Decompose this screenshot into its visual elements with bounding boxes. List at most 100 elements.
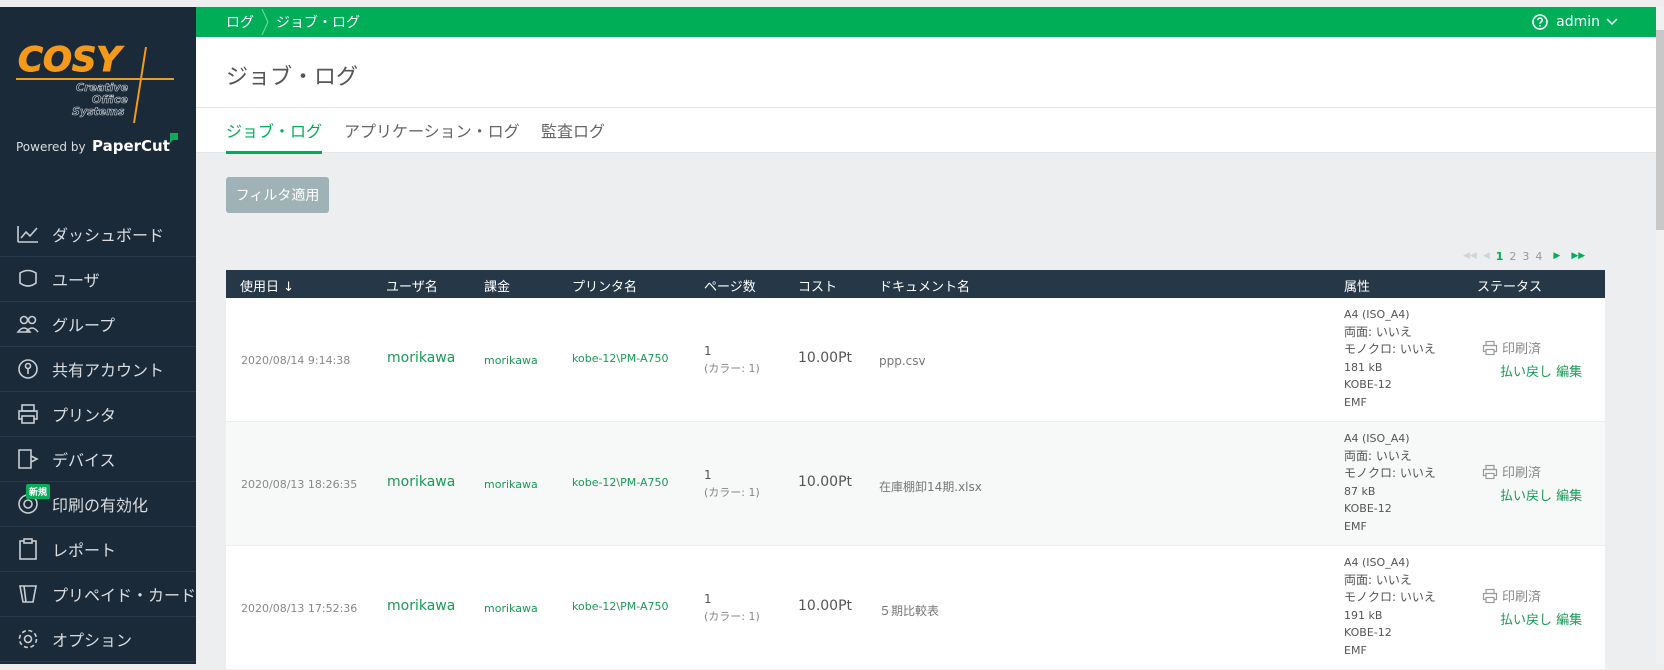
attribute-line: KOBE-12	[1344, 626, 1392, 639]
attribute-line: モノクロ: いいえ	[1344, 342, 1436, 356]
cosy-papercut-logo: COSY Creative Office Systems Powered by …	[14, 39, 184, 171]
sidebar-item-options-gear[interactable]: オプション	[0, 617, 196, 662]
printer-name-link[interactable]: kobe-12\PM-A750	[572, 352, 669, 365]
page-count: 1 (カラー: 1)	[704, 466, 760, 502]
sidebar-item-print-release[interactable]: 新規 印刷の有効化	[0, 482, 196, 527]
tab-audit-log[interactable]: 監査ログ	[541, 118, 605, 151]
col-cost-header[interactable]: コスト	[798, 276, 837, 295]
first-page-icon[interactable]: ◀◀	[1463, 251, 1477, 261]
breadcrumb-current: ジョブ・ログ	[276, 15, 360, 31]
prev-page-icon[interactable]: ◀	[1483, 251, 1490, 261]
sidebar-item-label: グループ	[52, 316, 116, 335]
group-icon	[14, 310, 42, 338]
page-color-count: (カラー: 1)	[704, 486, 760, 499]
cost-value: 10.00Pt	[798, 474, 853, 490]
user-name-link[interactable]: morikawa	[387, 474, 455, 490]
chevron-down-icon[interactable]	[1606, 17, 1618, 27]
col-status-header[interactable]: ステータス	[1477, 276, 1542, 295]
next-page-icon[interactable]: ▶	[1553, 251, 1560, 261]
col-printer-header[interactable]: プリンタ名	[572, 276, 637, 295]
sidebar-item-label: プリペイド・カード	[51, 586, 196, 605]
sidebar-item-user[interactable]: ユーザ	[0, 257, 196, 302]
user-name-link[interactable]: morikawa	[387, 598, 455, 614]
tab-application-log[interactable]: アプリケーション・ログ	[344, 118, 520, 151]
sidebar: COSY Creative Office Systems Powered by …	[0, 7, 196, 664]
col-account-header[interactable]: 課金	[484, 276, 510, 295]
account-link[interactable]: morikawa	[484, 478, 538, 491]
sidebar-item-shared-account[interactable]: 共有アカウント	[0, 347, 196, 392]
account-link[interactable]: morikawa	[484, 354, 538, 367]
page-link-2[interactable]: 2	[1509, 250, 1516, 263]
sidebar-item-device[interactable]: デバイス	[0, 437, 196, 482]
attribute-line: 両面: いいえ	[1344, 448, 1412, 463]
attribute-line: EMF	[1344, 519, 1367, 533]
attribute-line: KOBE-12	[1344, 378, 1392, 391]
attribute-line: 87 kB	[1344, 484, 1376, 498]
sidebar-item-printer[interactable]: プリンタ	[0, 392, 196, 437]
edit-link[interactable]: 編集	[1556, 365, 1582, 380]
breadcrumb-log-link[interactable]: ログ	[226, 12, 254, 32]
user-menu[interactable]: admin	[1532, 7, 1618, 37]
page-link-1[interactable]: 1	[1496, 250, 1504, 263]
col-attributes-header: 属性	[1344, 280, 1371, 295]
sidebar-item-report[interactable]: レポート	[0, 527, 196, 572]
refund-link[interactable]: 払い戻し	[1500, 489, 1552, 504]
page-color-count: (カラー: 1)	[704, 362, 760, 375]
sidebar-item-dashboard[interactable]: ダッシュボード	[0, 212, 196, 257]
document-name: ５期比較表	[879, 604, 940, 618]
sort-arrow-icon: ↓	[283, 280, 295, 295]
edit-link[interactable]: 編集	[1556, 489, 1582, 504]
printer-name-link[interactable]: kobe-12\PM-A750	[572, 476, 669, 489]
user-name[interactable]: admin	[1556, 14, 1600, 30]
sidebar-item-prepaid-card[interactable]: プリペイド・カード	[0, 572, 196, 617]
printer-icon	[14, 400, 42, 428]
status-label: 印刷済	[1502, 590, 1542, 605]
printed-status-icon	[1482, 588, 1498, 603]
attribute-line: KOBE-12	[1344, 502, 1392, 515]
sidebar-item-label: デバイス	[52, 451, 116, 470]
user-icon	[14, 265, 42, 293]
sidebar-item-label: 印刷の有効化	[52, 496, 149, 515]
account-link[interactable]: morikawa	[484, 602, 538, 615]
last-page-icon[interactable]: ▶▶	[1571, 251, 1585, 261]
svg-text:COSY: COSY	[18, 40, 124, 80]
new-badge: 新規	[26, 484, 51, 499]
sidebar-item-group[interactable]: グループ	[0, 302, 196, 347]
edit-link[interactable]: 編集	[1556, 613, 1582, 628]
help-icon[interactable]	[1532, 14, 1548, 30]
attribute-line: 181 kB	[1344, 360, 1383, 374]
col-pages-header[interactable]: ページ数	[704, 276, 756, 295]
report-icon	[14, 535, 42, 563]
options-gear-icon	[14, 625, 42, 653]
usage-date: 2020/08/14 9:14:38	[241, 354, 351, 367]
col-document-header[interactable]: ドキュメント名	[879, 276, 970, 295]
refund-link[interactable]: 払い戻し	[1500, 365, 1552, 380]
page-link-4[interactable]: 4	[1535, 250, 1542, 263]
page-count: 1 (カラー: 1)	[704, 590, 760, 626]
status-actions: 払い戻し 編集	[1500, 361, 1582, 380]
col-date-header[interactable]: 使用日 ↓	[240, 276, 294, 295]
attribute-line: EMF	[1344, 643, 1367, 657]
page-link-3[interactable]: 3	[1522, 250, 1529, 263]
page-count: 1 (カラー: 1)	[704, 342, 760, 378]
sidebar-item-label: オプション	[52, 631, 133, 650]
printed-status-icon	[1482, 340, 1498, 355]
tab-job-log[interactable]: ジョブ・ログ	[226, 118, 323, 154]
document-name: ppp.csv	[879, 354, 926, 368]
usage-date: 2020/08/13 18:26:35	[241, 478, 358, 491]
printer-name-link[interactable]: kobe-12\PM-A750	[572, 600, 669, 613]
page-title: ジョブ・ログ	[226, 65, 359, 90]
page-scrollbar-thumb[interactable]	[1656, 30, 1664, 230]
table-row: 2020/08/14 9:14:38 morikawa morikawa kobe-1…	[226, 298, 1605, 422]
svg-text:Powered by: Powered by	[16, 140, 86, 154]
apply-filter-button[interactable]: フィルタ適用	[226, 177, 329, 213]
logo-graphic: COSY Creative Office Systems Powered by …	[16, 40, 178, 155]
refund-link[interactable]: 払い戻し	[1500, 613, 1552, 628]
printed-status-icon	[1482, 464, 1498, 479]
prepaid-card-icon	[14, 580, 42, 608]
sidebar-item-label: 共有アカウント	[52, 361, 165, 380]
user-name-link[interactable]: morikawa	[387, 350, 455, 366]
status-actions: 払い戻し 編集	[1500, 609, 1582, 628]
col-user-header[interactable]: ユーザ名	[386, 276, 438, 295]
top-bar: ログ ジョブ・ログ admin	[196, 7, 1656, 37]
